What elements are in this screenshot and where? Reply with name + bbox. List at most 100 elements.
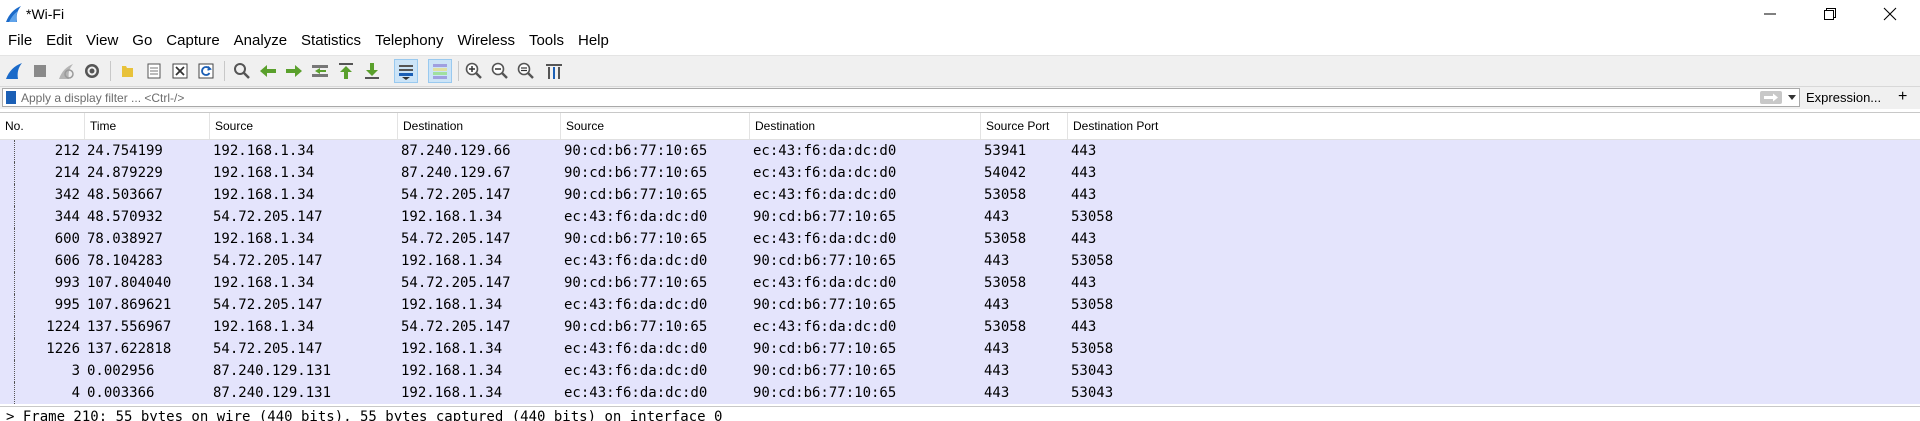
menu-edit[interactable]: Edit: [39, 28, 79, 54]
start-capture-button[interactable]: [2, 59, 26, 83]
menu-help[interactable]: Help: [571, 28, 616, 54]
menu-telephony[interactable]: Telephony: [368, 28, 450, 54]
toolbar-separator: [458, 61, 459, 81]
packet-row[interactable]: 212 24.754199 192.168.1.34 87.240.129.66 90:…: [0, 140, 1920, 162]
cell-time: 24.879229: [87, 165, 163, 181]
column-header-destination-port[interactable]: Destination Port: [1068, 113, 1920, 139]
minimize-icon: [1764, 13, 1776, 15]
cell-sport: 443: [984, 209, 1010, 225]
cell-time: 48.570932: [87, 209, 163, 225]
cell-dport: 443: [1071, 187, 1097, 203]
cell-no: 1224: [46, 319, 80, 335]
find-packet-button[interactable]: [230, 59, 254, 83]
resize-columns-button[interactable]: [542, 59, 566, 83]
packet-row[interactable]: 342 48.503667 192.168.1.34 54.72.205.147 90:…: [0, 184, 1920, 206]
display-filter-box: [2, 88, 1800, 107]
cell-hwdst: ec:43:f6:da:dc:d0: [753, 319, 897, 335]
cell-hwdst: 90:cd:b6:77:10:65: [753, 385, 897, 401]
add-filter-button[interactable]: +: [1898, 88, 1907, 106]
menu-capture[interactable]: Capture: [159, 28, 226, 54]
cell-time: 107.869621: [87, 297, 172, 313]
column-header-hw-source[interactable]: Source: [561, 113, 750, 139]
stop-capture-button[interactable]: [28, 59, 52, 83]
reload-file-button[interactable]: [194, 59, 218, 83]
reload-icon: [198, 63, 214, 79]
packet-row[interactable]: 993 107.804040 192.168.1.34 54.72.205.147 90…: [0, 272, 1920, 294]
cell-hwdst: ec:43:f6:da:dc:d0: [753, 275, 897, 291]
bookmark-icon[interactable]: [6, 91, 16, 104]
menu-analyze[interactable]: Analyze: [227, 28, 294, 54]
cell-sport: 53058: [984, 231, 1027, 247]
menu-tools[interactable]: Tools: [522, 28, 571, 54]
packet-row[interactable]: 995 107.869621 54.72.205.147 192.168.1.34 ec…: [0, 294, 1920, 316]
cell-src: 87.240.129.131: [213, 363, 332, 379]
cell-src: 192.168.1.34: [213, 231, 315, 247]
details-first-line[interactable]: > Frame 210: 55 bytes on wire (440 bits)…: [6, 409, 722, 421]
cell-dport: 53058: [1071, 209, 1114, 225]
column-header-hw-destination[interactable]: Destination: [750, 113, 981, 139]
menu-statistics[interactable]: Statistics: [294, 28, 368, 54]
filter-history-dropdown[interactable]: [1787, 92, 1797, 104]
menu-view[interactable]: View: [79, 28, 125, 54]
menu-go[interactable]: Go: [125, 28, 159, 54]
packet-row[interactable]: 600 78.038927 192.168.1.34 54.72.205.147 90:…: [0, 228, 1920, 250]
close-button[interactable]: [1860, 0, 1920, 28]
cell-dport: 443: [1071, 319, 1097, 335]
cell-dst: 192.168.1.34: [401, 209, 503, 225]
cell-sport: 443: [984, 297, 1010, 313]
normal-size-button[interactable]: [514, 59, 538, 83]
packet-row[interactable]: 4 0.003366 87.240.129.131 192.168.1.34 ec:43…: [0, 382, 1920, 404]
open-file-button[interactable]: [116, 59, 140, 83]
cell-dst: 87.240.129.67: [401, 165, 511, 181]
cell-no: 995: [54, 297, 80, 313]
go-to-packet-button[interactable]: [308, 59, 332, 83]
go-back-button[interactable]: [256, 59, 280, 83]
column-header-source[interactable]: Source: [210, 113, 398, 139]
cell-dst: 192.168.1.34: [401, 363, 503, 379]
cell-no: 212: [54, 143, 80, 159]
packet-row[interactable]: 344 48.570932 54.72.205.147 192.168.1.34 ec:…: [0, 206, 1920, 228]
go-forward-button[interactable]: [282, 59, 306, 83]
display-filter-input[interactable]: [21, 89, 1741, 106]
colorize-button[interactable]: [428, 59, 452, 83]
auto-scroll-button[interactable]: [394, 59, 418, 83]
packet-row[interactable]: 1224 137.556967 192.168.1.34 54.72.205.147 9…: [0, 316, 1920, 338]
last-packet-button[interactable]: [360, 59, 384, 83]
cell-hwsrc: 90:cd:b6:77:10:65: [564, 319, 708, 335]
close-file-button[interactable]: [168, 59, 192, 83]
first-packet-button[interactable]: [334, 59, 358, 83]
apply-filter-button[interactable]: [1760, 91, 1782, 104]
restore-button[interactable]: [1800, 0, 1860, 28]
cell-hwsrc: 90:cd:b6:77:10:65: [564, 275, 708, 291]
gear-icon: [85, 64, 99, 78]
restart-capture-button[interactable]: [54, 59, 78, 83]
cell-sport: 53058: [984, 319, 1027, 335]
packet-rows: 212 24.754199 192.168.1.34 87.240.129.66 90:…: [0, 140, 1920, 404]
save-file-button[interactable]: [142, 59, 166, 83]
capture-options-button[interactable]: [80, 59, 104, 83]
cell-sport: 54042: [984, 165, 1027, 181]
expression-button[interactable]: Expression...: [1806, 90, 1881, 105]
column-header-time[interactable]: Time: [85, 113, 210, 139]
menu-bar: File Edit View Go Capture Analyze Statis…: [0, 28, 1920, 54]
column-header-destination[interactable]: Destination: [398, 113, 561, 139]
column-header-no[interactable]: No.: [0, 113, 85, 139]
packet-row[interactable]: 1226 137.622818 54.72.205.147 192.168.1.34 e…: [0, 338, 1920, 360]
column-header-source-port[interactable]: Source Port: [981, 113, 1068, 139]
packet-row[interactable]: 3 0.002956 87.240.129.131 192.168.1.34 ec:43…: [0, 360, 1920, 382]
cell-dst: 192.168.1.34: [401, 297, 503, 313]
display-filter-bar: Expression... +: [0, 87, 1920, 109]
cell-hwsrc: 90:cd:b6:77:10:65: [564, 143, 708, 159]
cell-no: 993: [54, 275, 80, 291]
wireshark-fin-icon: [6, 6, 21, 22]
cell-no: 1226: [46, 341, 80, 357]
arrow-left-icon: [260, 65, 276, 77]
zoom-out-button[interactable]: [488, 59, 512, 83]
minimize-button[interactable]: [1740, 0, 1800, 28]
stop-icon: [34, 65, 46, 77]
menu-wireless[interactable]: Wireless: [450, 28, 522, 54]
zoom-in-button[interactable]: [462, 59, 486, 83]
menu-file[interactable]: File: [0, 28, 39, 54]
packet-row[interactable]: 606 78.104283 54.72.205.147 192.168.1.34 ec:…: [0, 250, 1920, 272]
packet-row[interactable]: 214 24.879229 192.168.1.34 87.240.129.67 90:…: [0, 162, 1920, 184]
